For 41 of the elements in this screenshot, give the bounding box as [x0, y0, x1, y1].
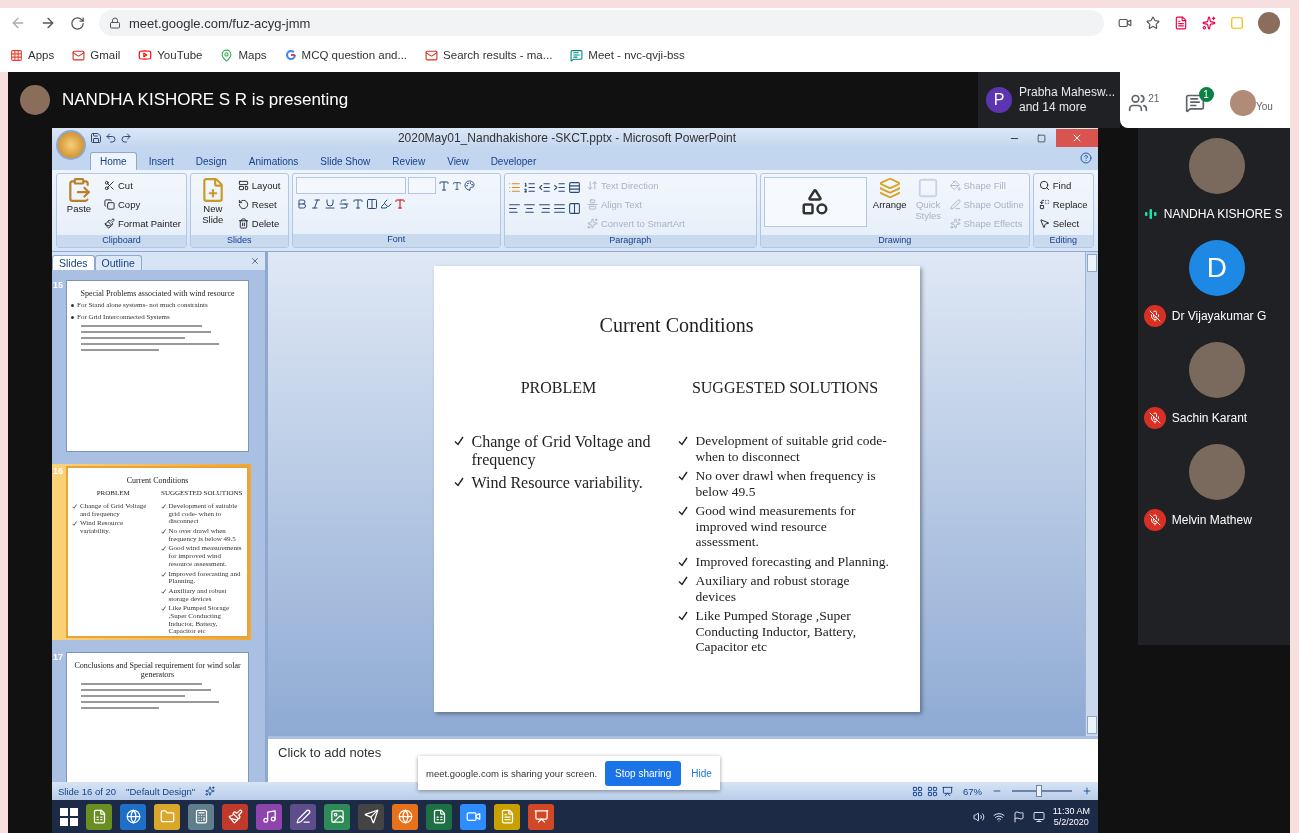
bullet-text: Auxiliary and robust storage devices: [695, 573, 851, 605]
clock-time: 11:30 AM: [1052, 805, 1090, 817]
clock-date: 5/2/2020: [1053, 816, 1089, 828]
group-label: Font: [292, 234, 500, 247]
presenting-title: NANDHA KISHORE S R is presenting: [62, 90, 350, 110]
window-title: 2020May01_Nandhakishore -SKCT.pptx - Microsoft PowerPoint: [396, 131, 738, 145]
column-heading: PROBLEM: [519, 379, 598, 397]
notes-placeholder: Click to add notes: [278, 745, 382, 762]
participant-name: Sachin Karant: [1171, 411, 1248, 425]
thumbnail-title: Current Conditions: [126, 476, 189, 485]
bullet-text: Improved forecasting and Planning.: [695, 553, 889, 570]
slide-number: 15: [52, 280, 64, 292]
thumbnail-title: Conclusions and Special requirement for wind solar generators: [73, 661, 242, 679]
participant-name: Melvin Mathew: [1171, 513, 1252, 527]
slide-number: 16: [52, 466, 64, 478]
participant-name: NANDHA KISHORE S: [1163, 207, 1283, 221]
participant-name: Dr Vijayakumar G: [1171, 309, 1267, 323]
sharing-message: meet.google.com is sharing your screen.: [426, 767, 598, 779]
group-label: Drawing: [760, 235, 1029, 247]
thumbnail-title: Special Problems associated with wind resource: [80, 289, 235, 298]
zoom-level: 67%: [963, 785, 982, 797]
slide-number: 17: [52, 652, 64, 664]
theme-name: "Default Design": [126, 785, 196, 797]
bullet-text: Change of Grid Voltage and frequency: [471, 433, 652, 470]
participant-more: and 14 more: [1019, 100, 1088, 115]
initial-avatar: D: [1188, 240, 1245, 296]
self-label: You: [1255, 101, 1273, 112]
bullet-text: Good wind measurements for improved wind resource assessment.: [695, 503, 857, 550]
group-label: Paragraph: [504, 235, 756, 247]
group-label: Slides: [190, 235, 288, 247]
bullet-text: No over drawl when frequency is below 49.5: [695, 468, 877, 500]
group-label: Editing: [1033, 235, 1093, 247]
initial-avatar: P: [986, 87, 1012, 113]
bullet-text: Like Pumped Storage ,Super Conducting Inductor, Battery, Capacitor etc: [695, 608, 858, 655]
column-heading: SUGGESTED SOLUTIONS: [690, 379, 880, 397]
bullet-text: Development of suitable grid code- when to disconnect: [695, 433, 888, 465]
slide-count: Slide 16 of 20: [58, 785, 117, 797]
group-label: Clipboard: [57, 235, 186, 247]
bullet-text: Wind Resource variability.: [471, 473, 643, 493]
participant-name: Prabha Mahesw...: [1019, 85, 1116, 100]
slide-title: Current Conditions: [599, 314, 754, 337]
